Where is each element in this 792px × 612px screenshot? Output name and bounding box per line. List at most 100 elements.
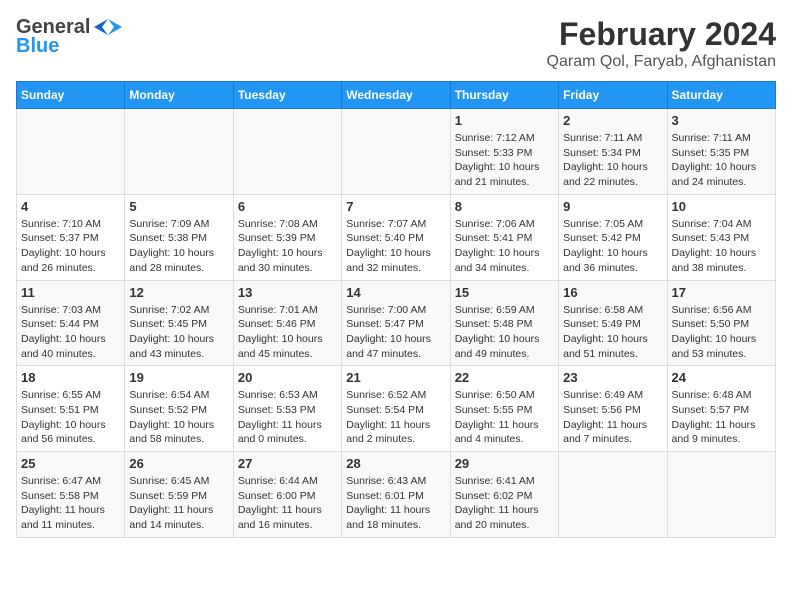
calendar-cell-w3-d5: 15 Sunrise: 6:59 AMSunset: 5:48 PMDayligh… <box>450 280 558 366</box>
day-number: 8 <box>455 199 554 214</box>
day-number: 17 <box>672 285 771 300</box>
calendar-cell-w2-d2: 5 Sunrise: 7:09 AMSunset: 5:38 PMDaylight… <box>125 194 233 280</box>
calendar-week-4: 18Sunrise: 6:55 AMSunset: 5:51 PMDayligh… <box>17 366 776 452</box>
day-number: 24 <box>672 370 771 385</box>
day-info: Sunrise: 7:10 AMSunset: 5:37 PMDaylight:… <box>21 217 120 276</box>
calendar-cell-w2-d4: 7 Sunrise: 7:07 AMSunset: 5:40 PMDaylight… <box>342 194 450 280</box>
calendar-title: February 2024 <box>547 16 776 53</box>
calendar-cell-w1-d5: 1 Sunrise: 7:12 AMSunset: 5:33 PMDaylight… <box>450 109 558 195</box>
day-number: 22 <box>455 370 554 385</box>
header-tuesday: Tuesday <box>233 82 341 109</box>
day-number: 25 <box>21 456 120 471</box>
header-friday: Friday <box>559 82 667 109</box>
day-info: Sunrise: 6:53 AMSunset: 5:53 PMDaylight:… <box>238 388 337 447</box>
calendar-cell-w2-d7: 10 Sunrise: 7:04 AMSunset: 5:43 PMDayligh… <box>667 194 775 280</box>
day-number: 2 <box>563 113 662 128</box>
logo: General Blue <box>16 16 122 58</box>
day-info: Sunrise: 7:05 AMSunset: 5:42 PMDaylight:… <box>563 217 662 276</box>
calendar-cell-w1-d1 <box>17 109 125 195</box>
calendar-cell-w3-d2: 12Sunrise: 7:02 AMSunset: 5:45 PMDayligh… <box>125 280 233 366</box>
day-number: 16 <box>563 285 662 300</box>
day-info: Sunrise: 6:56 AMSunset: 5:50 PMDaylight:… <box>672 303 771 362</box>
calendar-cell-w5-d2: 26Sunrise: 6:45 AMSunset: 5:59 PMDayligh… <box>125 452 233 538</box>
day-number: 27 <box>238 456 337 471</box>
calendar-cell-w2-d1: 4 Sunrise: 7:10 AMSunset: 5:37 PMDaylight… <box>17 194 125 280</box>
day-number: 5 <box>129 199 228 214</box>
calendar-cell-w5-d3: 27Sunrise: 6:44 AMSunset: 6:00 PMDayligh… <box>233 452 341 538</box>
day-info: Sunrise: 7:06 AMSunset: 5:41 PMDaylight:… <box>455 217 554 276</box>
day-number: 26 <box>129 456 228 471</box>
day-info: Sunrise: 7:00 AMSunset: 5:47 PMDaylight:… <box>346 303 445 362</box>
calendar-cell-w5-d1: 25Sunrise: 6:47 AMSunset: 5:58 PMDayligh… <box>17 452 125 538</box>
header-sunday: Sunday <box>17 82 125 109</box>
day-info: Sunrise: 7:12 AMSunset: 5:33 PMDaylight:… <box>455 131 554 190</box>
day-info: Sunrise: 7:07 AMSunset: 5:40 PMDaylight:… <box>346 217 445 276</box>
header-thursday: Thursday <box>450 82 558 109</box>
day-info: Sunrise: 6:48 AMSunset: 5:57 PMDaylight:… <box>672 388 771 447</box>
day-info: Sunrise: 6:50 AMSunset: 5:55 PMDaylight:… <box>455 388 554 447</box>
calendar-cell-w5-d6 <box>559 452 667 538</box>
day-info: Sunrise: 6:54 AMSunset: 5:52 PMDaylight:… <box>129 388 228 447</box>
calendar-week-5: 25Sunrise: 6:47 AMSunset: 5:58 PMDayligh… <box>17 452 776 538</box>
day-info: Sunrise: 7:01 AMSunset: 5:46 PMDaylight:… <box>238 303 337 362</box>
header-wednesday: Wednesday <box>342 82 450 109</box>
day-number: 1 <box>455 113 554 128</box>
calendar-week-3: 11 Sunrise: 7:03 AMSunset: 5:44 PMDayligh… <box>17 280 776 366</box>
calendar-table: Sunday Monday Tuesday Wednesday Thursday… <box>16 81 776 538</box>
calendar-cell-w3-d6: 16 Sunrise: 6:58 AMSunset: 5:49 PMDayligh… <box>559 280 667 366</box>
day-number: 19 <box>129 370 228 385</box>
day-info: Sunrise: 6:55 AMSunset: 5:51 PMDaylight:… <box>21 388 120 447</box>
logo-bird-icon <box>94 17 122 39</box>
header-monday: Monday <box>125 82 233 109</box>
calendar-cell-w4-d2: 19 Sunrise: 6:54 AMSunset: 5:52 PMDayligh… <box>125 366 233 452</box>
calendar-cell-w5-d5: 29Sunrise: 6:41 AMSunset: 6:02 PMDayligh… <box>450 452 558 538</box>
day-number: 9 <box>563 199 662 214</box>
calendar-cell-w1-d7: 3 Sunrise: 7:11 AMSunset: 5:35 PMDaylight… <box>667 109 775 195</box>
calendar-cell-w4-d5: 22 Sunrise: 6:50 AMSunset: 5:55 PMDayligh… <box>450 366 558 452</box>
day-number: 20 <box>238 370 337 385</box>
page-header: General Blue February 2024 Qaram Qol, Fa… <box>16 16 776 71</box>
day-info: Sunrise: 6:52 AMSunset: 5:54 PMDaylight:… <box>346 388 445 447</box>
day-info: Sunrise: 7:04 AMSunset: 5:43 PMDaylight:… <box>672 217 771 276</box>
day-info: Sunrise: 7:08 AMSunset: 5:39 PMDaylight:… <box>238 217 337 276</box>
calendar-cell-w4-d4: 21Sunrise: 6:52 AMSunset: 5:54 PMDayligh… <box>342 366 450 452</box>
day-info: Sunrise: 7:09 AMSunset: 5:38 PMDaylight:… <box>129 217 228 276</box>
day-info: Sunrise: 6:59 AMSunset: 5:48 PMDaylight:… <box>455 303 554 362</box>
day-number: 11 <box>21 285 120 300</box>
calendar-cell-w5-d4: 28 Sunrise: 6:43 AMSunset: 6:01 PMDayligh… <box>342 452 450 538</box>
calendar-week-2: 4 Sunrise: 7:10 AMSunset: 5:37 PMDaylight… <box>17 194 776 280</box>
day-info: Sunrise: 6:43 AMSunset: 6:01 PMDaylight:… <box>346 474 445 533</box>
day-info: Sunrise: 7:11 AMSunset: 5:34 PMDaylight:… <box>563 131 662 190</box>
calendar-cell-w3-d3: 13 Sunrise: 7:01 AMSunset: 5:46 PMDayligh… <box>233 280 341 366</box>
calendar-cell-w4-d3: 20 Sunrise: 6:53 AMSunset: 5:53 PMDayligh… <box>233 366 341 452</box>
calendar-cell-w2-d5: 8 Sunrise: 7:06 AMSunset: 5:41 PMDaylight… <box>450 194 558 280</box>
calendar-cell-w4-d1: 18Sunrise: 6:55 AMSunset: 5:51 PMDayligh… <box>17 366 125 452</box>
day-number: 7 <box>346 199 445 214</box>
logo-blue-text: Blue <box>16 35 59 58</box>
calendar-title-block: February 2024 Qaram Qol, Faryab, Afghani… <box>547 16 776 71</box>
calendar-cell-w3-d7: 17 Sunrise: 6:56 AMSunset: 5:50 PMDayligh… <box>667 280 775 366</box>
day-number: 14 <box>346 285 445 300</box>
header-saturday: Saturday <box>667 82 775 109</box>
calendar-cell-w4-d6: 23Sunrise: 6:49 AMSunset: 5:56 PMDayligh… <box>559 366 667 452</box>
calendar-cell-w4-d7: 24 Sunrise: 6:48 AMSunset: 5:57 PMDayligh… <box>667 366 775 452</box>
day-number: 12 <box>129 285 228 300</box>
calendar-cell-w1-d2 <box>125 109 233 195</box>
day-number: 13 <box>238 285 337 300</box>
day-info: Sunrise: 6:58 AMSunset: 5:49 PMDaylight:… <box>563 303 662 362</box>
day-info: Sunrise: 6:49 AMSunset: 5:56 PMDaylight:… <box>563 388 662 447</box>
day-info: Sunrise: 7:11 AMSunset: 5:35 PMDaylight:… <box>672 131 771 190</box>
day-number: 10 <box>672 199 771 214</box>
day-number: 6 <box>238 199 337 214</box>
day-number: 15 <box>455 285 554 300</box>
calendar-week-1: 1 Sunrise: 7:12 AMSunset: 5:33 PMDaylight… <box>17 109 776 195</box>
calendar-cell-w3-d4: 14 Sunrise: 7:00 AMSunset: 5:47 PMDayligh… <box>342 280 450 366</box>
day-info: Sunrise: 7:03 AMSunset: 5:44 PMDaylight:… <box>21 303 120 362</box>
calendar-cell-w2-d3: 6 Sunrise: 7:08 AMSunset: 5:39 PMDaylight… <box>233 194 341 280</box>
day-number: 3 <box>672 113 771 128</box>
day-number: 4 <box>21 199 120 214</box>
calendar-cell-w2-d6: 9 Sunrise: 7:05 AMSunset: 5:42 PMDaylight… <box>559 194 667 280</box>
calendar-cell-w1-d6: 2 Sunrise: 7:11 AMSunset: 5:34 PMDaylight… <box>559 109 667 195</box>
calendar-header-row: Sunday Monday Tuesday Wednesday Thursday… <box>17 82 776 109</box>
day-number: 28 <box>346 456 445 471</box>
